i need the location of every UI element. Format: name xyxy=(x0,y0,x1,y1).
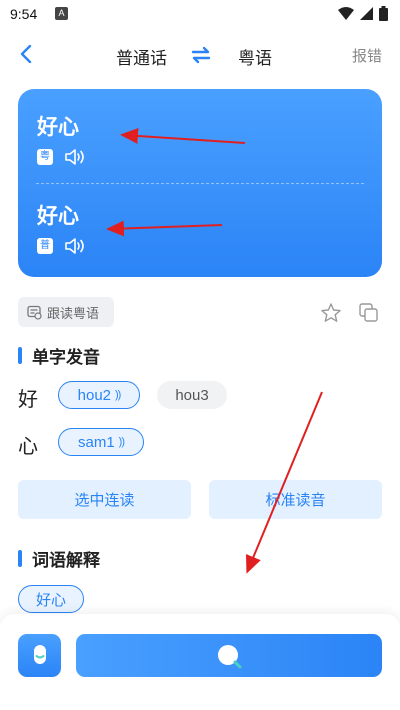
section-accent-bar xyxy=(18,347,22,364)
char-label: 好 xyxy=(18,387,38,411)
reading-chip-hou2[interactable]: hou2)) xyxy=(58,381,140,409)
top-nav: 普通话 粤语 报错 xyxy=(0,32,400,76)
swap-icon xyxy=(191,46,211,64)
target-language[interactable]: 粤语 xyxy=(238,44,272,69)
star-icon[interactable] xyxy=(320,302,342,324)
battery-icon xyxy=(379,6,388,21)
reading-chip-sam1[interactable]: sam1)) xyxy=(58,428,144,456)
cantonese-result: 好心 xyxy=(37,115,79,139)
cantonese-tag: 粤 xyxy=(37,149,53,165)
back-arrow-icon xyxy=(20,45,32,63)
reading-label: sam1 xyxy=(77,433,115,451)
card-divider xyxy=(36,183,364,184)
char-label: 心 xyxy=(18,434,38,458)
section-title: 词语解释 xyxy=(32,551,100,571)
reading-label: hou3 xyxy=(175,386,209,404)
wifi-icon xyxy=(338,7,354,20)
speaker-icon[interactable] xyxy=(64,237,86,255)
section-title: 单字发音 xyxy=(32,348,100,368)
search-button[interactable] xyxy=(76,634,382,677)
swap-language-button[interactable] xyxy=(190,44,212,66)
sound-wave-icon: )) xyxy=(115,389,121,401)
reading-chip-hou3[interactable]: hou3 xyxy=(157,381,227,409)
mandarin-tag: 普 xyxy=(37,238,53,254)
standard-read-button[interactable]: 标准读音 xyxy=(209,480,382,519)
search-icon xyxy=(218,644,242,668)
sound-wave-icon: )) xyxy=(118,436,125,448)
pronunciation-header: 单字发音 xyxy=(18,343,100,368)
source-language[interactable]: 普通话 xyxy=(116,44,167,69)
signal-icon xyxy=(360,7,373,20)
microphone-icon xyxy=(33,644,46,664)
microphone-button[interactable] xyxy=(18,634,61,677)
speaker-icon[interactable] xyxy=(64,148,86,166)
notification-icon: A xyxy=(55,7,68,20)
follow-read-icon xyxy=(27,305,42,320)
follow-read-button[interactable]: 跟读粤语 xyxy=(18,297,114,327)
continuous-read-button[interactable]: 选中连读 xyxy=(18,480,191,519)
status-time: 9:54 xyxy=(10,6,38,22)
section-accent-bar xyxy=(18,550,22,567)
status-icons xyxy=(338,6,388,21)
back-button[interactable] xyxy=(12,40,40,68)
status-bar: 9:54 A xyxy=(0,0,400,28)
reading-label: hou2 xyxy=(77,386,112,404)
report-error-button[interactable]: 报错 xyxy=(352,45,382,66)
follow-read-label: 跟读粤语 xyxy=(47,306,100,322)
definition-header: 词语解释 xyxy=(18,546,100,571)
mandarin-result: 好心 xyxy=(37,204,79,228)
translation-card: 好心 粤 好心 普 xyxy=(18,89,382,277)
copy-icon[interactable] xyxy=(358,302,380,324)
bottom-bar xyxy=(0,614,400,710)
definition-word-chip[interactable]: 好心 xyxy=(18,585,84,613)
